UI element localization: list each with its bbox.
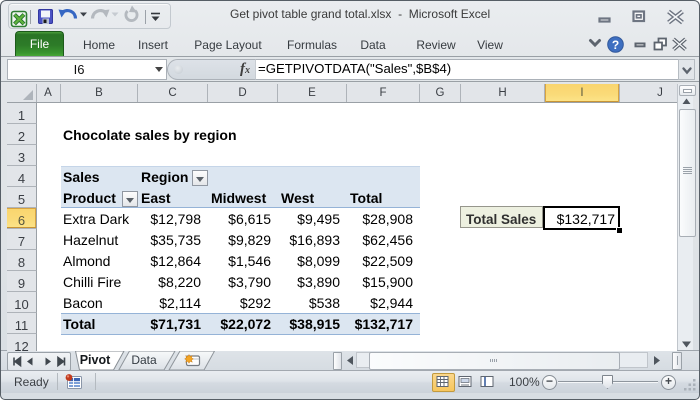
svg-text:?: ? [612, 38, 619, 52]
